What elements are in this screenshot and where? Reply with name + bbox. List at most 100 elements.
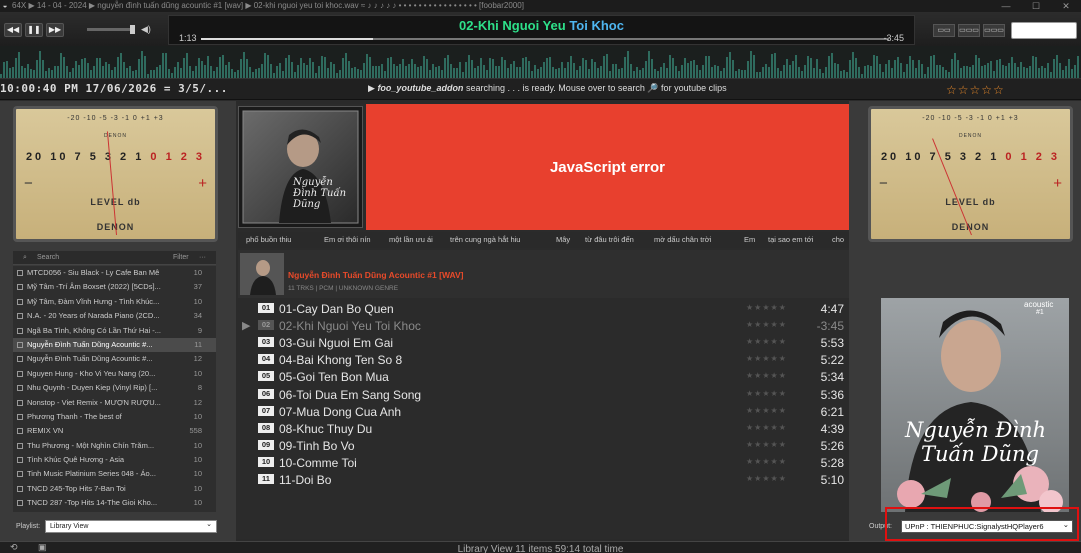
track-rating[interactable]: ★★★★★ — [746, 354, 787, 363]
library-item-label: TNCD 287 -Top Hits 14-The Gioi Kho... — [27, 498, 158, 508]
layout-button-1[interactable]: ▭▭ — [933, 24, 955, 37]
volume-icon[interactable]: ◀) — [141, 24, 151, 35]
expand-box-icon[interactable] — [17, 485, 23, 492]
seek-bar[interactable] — [201, 38, 889, 40]
playlist-dropdown[interactable]: Library View ⌄ — [45, 520, 217, 533]
spectrum-bar — [777, 68, 779, 78]
track-row[interactable]: 07 07-Mua Dong Cua Anh ★★★★★ 6:21 — [238, 403, 849, 420]
track-rating[interactable]: ★★★★★ — [746, 440, 787, 449]
track-duration: 5:22 — [820, 353, 844, 368]
spectrum-bar — [939, 65, 941, 78]
spectrum-bar — [426, 58, 428, 78]
track-rating[interactable]: ★★★★★ — [746, 389, 787, 398]
expand-box-icon[interactable] — [17, 270, 23, 277]
previous-button[interactable]: ◀◀ — [4, 23, 22, 37]
library-item[interactable]: Tình Khúc Quê Hương - Asia 10 — [13, 453, 216, 467]
library-item[interactable]: N.A. - 20 Years of Narada Piano (2CD... 3… — [13, 309, 216, 323]
volume-knob[interactable] — [130, 25, 135, 34]
track-row[interactable]: 11 11-Doi Bo ★★★★★ 5:10 — [238, 471, 849, 488]
library-item-label: Phương Thanh - The best of — [27, 411, 122, 421]
spectrum-bar — [735, 70, 737, 78]
library-item[interactable]: Nguyễn Đình Tuấn Dũng Acountic #... 11 — [13, 337, 216, 353]
track-row[interactable]: 10 10-Comme Toi ★★★★★ 5:28 — [238, 454, 849, 471]
expand-box-icon[interactable] — [17, 370, 23, 377]
spectrum-bar — [915, 67, 917, 78]
expand-box-icon[interactable] — [17, 471, 23, 478]
expand-box-icon[interactable] — [17, 356, 23, 363]
track-rating[interactable]: ★★★★★ — [746, 320, 787, 329]
spectrum-bar — [849, 59, 851, 78]
library-search-input[interactable]: Search — [37, 254, 59, 261]
track-row[interactable]: 01 01-Cay Dan Bo Quen ★★★★★ 4:47 — [238, 300, 849, 317]
quick-search-input[interactable] — [1011, 22, 1077, 39]
track-rating[interactable]: ★★★★★ — [746, 337, 787, 346]
more-options-icon[interactable]: ··· — [199, 254, 206, 261]
spectrum-bar — [144, 55, 146, 78]
library-item[interactable]: Nonstop - Viet Remix - MƯỢN RƯỢU... 12 — [13, 396, 216, 410]
spectrum-bar — [897, 56, 899, 78]
library-search-bar[interactable]: ⌕ Search Filter ··· — [13, 251, 216, 265]
library-item[interactable]: Nguyen Hung - Kho Vi Yeu Nang (20... 10 — [13, 367, 216, 381]
expand-box-icon[interactable] — [17, 428, 23, 435]
vu-scale-red-right: 0 1 2 3 — [999, 151, 1061, 163]
track-row[interactable]: ▶ 02 02-Khi Nguoi Yeu Toi Khoc ★★★★★ -3:45 — [238, 317, 849, 334]
pause-button[interactable]: ❚❚ — [25, 23, 43, 37]
expand-box-icon[interactable] — [17, 298, 23, 305]
spectrum-bar — [648, 50, 650, 78]
minimize-button[interactable]: — — [991, 0, 1021, 12]
expand-box-icon[interactable] — [17, 385, 23, 392]
track-row[interactable]: 09 09-Tinh Bo Vo ★★★★★ 5:26 — [238, 437, 849, 454]
expand-box-icon[interactable] — [17, 457, 23, 464]
library-item[interactable]: Ngã Ba Tình, Không Có Lần Thứ Hai -... 9 — [13, 324, 216, 338]
track-row[interactable]: 08 08-Khuc Thuy Du ★★★★★ 4:39 — [238, 420, 849, 437]
layout-button-2[interactable]: ▭▭▭ — [958, 24, 980, 37]
track-rating[interactable]: ★★★★★ — [746, 457, 787, 466]
track-row[interactable]: 04 04-Bai Khong Ten So 8 ★★★★★ 5:22 — [238, 351, 849, 368]
layout-button-3[interactable]: ▭▭▭ — [983, 24, 1005, 37]
track-rating[interactable]: ★★★★★ — [746, 474, 787, 483]
library-item[interactable]: Nguyễn Đình Tuấn Dũng Acountic #... 12 — [13, 352, 216, 366]
library-item[interactable]: Mỹ Tâm -Trí Âm Boxset (2022) [5CDs]... 37 — [13, 280, 216, 294]
expand-box-icon[interactable] — [17, 341, 23, 348]
expand-box-icon[interactable] — [17, 442, 23, 449]
track-rating[interactable]: ★★★★★ — [746, 406, 787, 415]
spectrum-bar — [804, 64, 806, 78]
spectrum-bar — [120, 53, 122, 78]
spectrum-bar — [522, 57, 524, 78]
ticker-phrase: trên cung ngà hắt hiu — [450, 235, 521, 244]
library-item[interactable]: TNCD 245-Top Hits 7-Ban Toi 10 — [13, 482, 216, 496]
library-item[interactable]: MTCD056 - Siu Black - Ly Cafe Ban Mê 10 — [13, 266, 216, 280]
library-item-count: 37 — [193, 282, 202, 292]
expand-box-icon[interactable] — [17, 284, 23, 291]
track-rating[interactable]: ★★★★★ — [746, 423, 787, 432]
library-item[interactable]: REMIX VN 558 — [13, 424, 216, 438]
spectrum-bar — [6, 61, 8, 78]
library-item[interactable]: Nhu Quynh - Duyen Kiep (Vinyl Rip) [... 8 — [13, 381, 216, 395]
library-item[interactable]: TNCD 287 -Top Hits 14-The Gioi Kho... 10 — [13, 496, 216, 510]
maximize-button[interactable]: ☐ — [1021, 0, 1051, 12]
expand-box-icon[interactable] — [17, 413, 23, 420]
next-button[interactable]: ▶▶ — [46, 23, 64, 37]
rating-stars[interactable]: ☆☆☆☆☆ — [946, 83, 1005, 97]
library-item[interactable]: Phương Thanh - The best of 10 — [13, 410, 216, 424]
spectrum-bar — [663, 62, 665, 78]
track-row[interactable]: 05 05-Goi Ten Bon Mua ★★★★★ 5:34 — [238, 368, 849, 385]
library-item[interactable]: Tinh Music Platinium Series 048 - Áo... 1… — [13, 467, 216, 481]
expand-box-icon[interactable] — [17, 399, 23, 406]
track-rating[interactable]: ★★★★★ — [746, 303, 787, 312]
volume-slider[interactable] — [87, 28, 135, 31]
track-row[interactable]: 06 06-Toi Dua Em Sang Song ★★★★★ 5:36 — [238, 386, 849, 403]
track-rating[interactable]: ★★★★★ — [746, 371, 787, 380]
expand-box-icon[interactable] — [17, 500, 23, 507]
expand-box-icon[interactable] — [17, 313, 23, 320]
spectrum-bar — [339, 70, 341, 78]
expand-box-icon[interactable] — [17, 327, 23, 334]
filter-button[interactable]: Filter — [173, 254, 189, 261]
close-button[interactable]: ✕ — [1051, 0, 1081, 12]
track-row[interactable]: 03 03-Gui Nguoi Em Gai ★★★★★ 5:53 — [238, 334, 849, 351]
spectrum-bar — [270, 64, 272, 78]
library-item[interactable]: Mỹ Tâm, Đàm Vĩnh Hưng - Tình Khúc... 10 — [13, 295, 216, 309]
spectrum-bar — [723, 67, 725, 78]
library-item[interactable]: Thu Phương - Một Nghìn Chín Trăm... 10 — [13, 439, 216, 453]
ticker-phrase: Mây — [556, 235, 571, 244]
